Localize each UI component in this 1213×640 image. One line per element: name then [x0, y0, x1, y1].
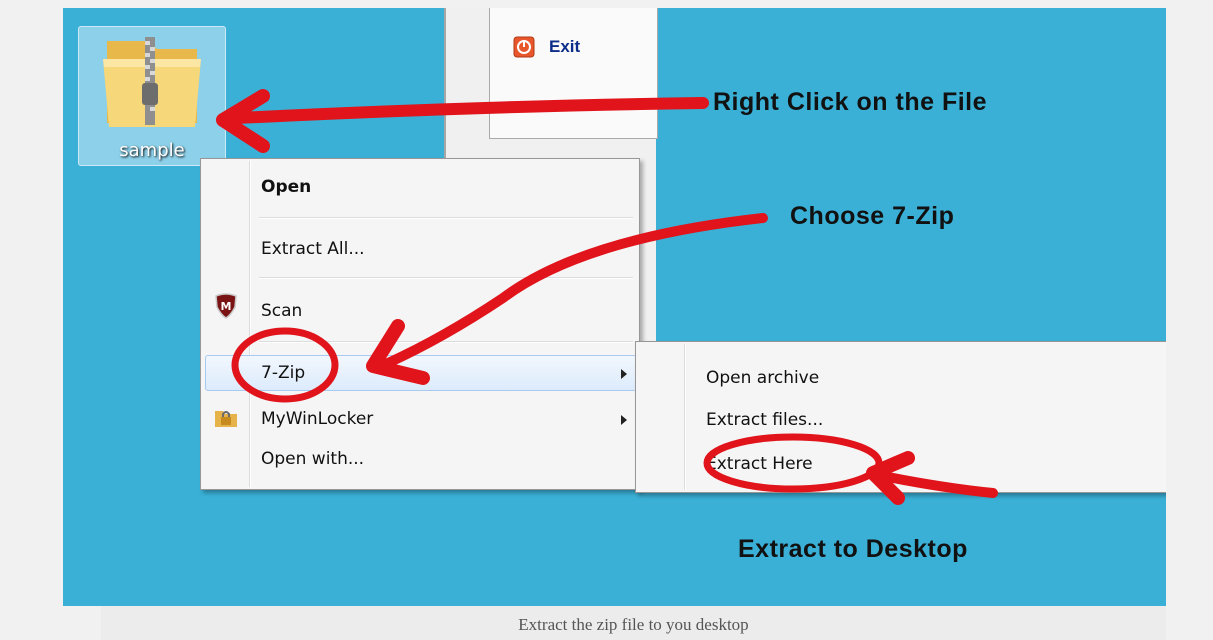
- annotation-step1: Right Click on the File: [713, 88, 988, 116]
- annotation-step2: Choose 7-Zip: [790, 202, 955, 230]
- annotation-overlay: [216, 89, 998, 505]
- annotation-step3: Extract to Desktop: [738, 535, 968, 563]
- annotation-arrow-2: [383, 213, 768, 368]
- annotation-circle-extract-here: [703, 433, 883, 493]
- annotation-circle-7zip: [231, 327, 339, 403]
- screenshot-desktop: Exit sample Open Extract All... M Scan 7…: [63, 8, 1166, 606]
- caption-band: Extract the zip file to you desktop: [101, 606, 1166, 640]
- annotation-arrow-1: [232, 97, 709, 124]
- image-caption: Extract the zip file to you desktop: [518, 615, 749, 634]
